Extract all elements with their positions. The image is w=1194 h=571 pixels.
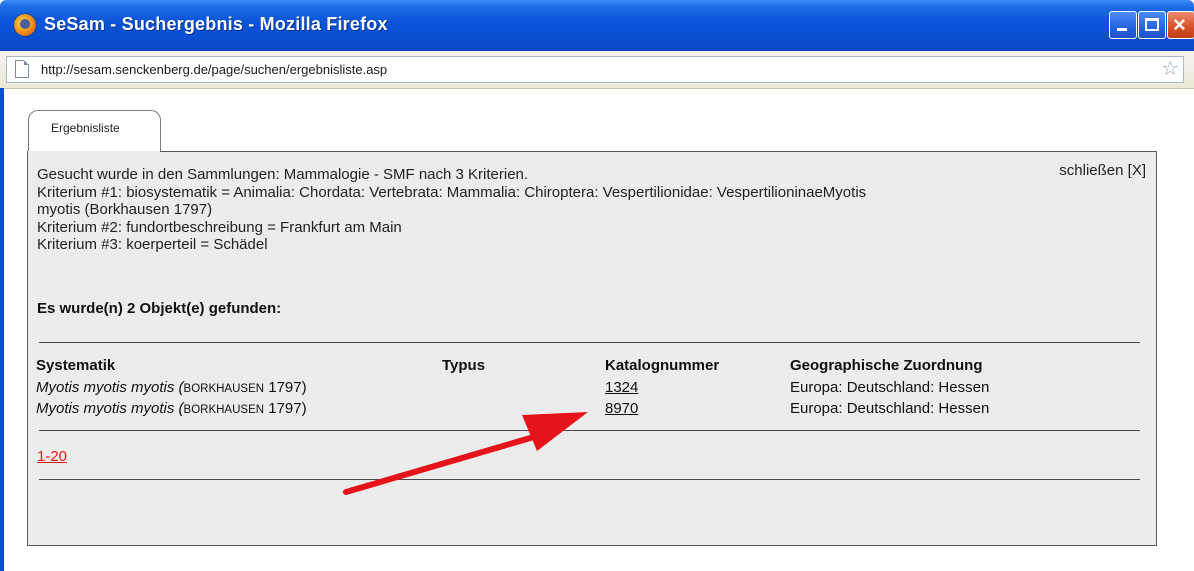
- annotation-arrow: [343, 412, 588, 495]
- arrow-head: [522, 412, 588, 451]
- arrow-shaft: [343, 431, 547, 495]
